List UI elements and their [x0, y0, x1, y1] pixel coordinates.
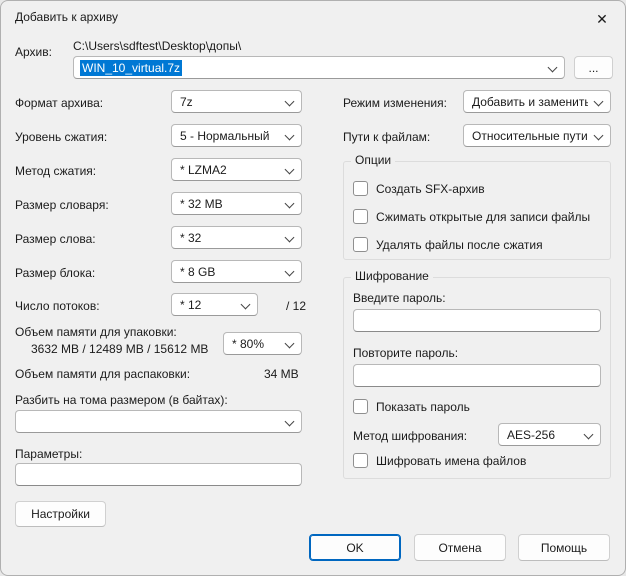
path-mode-label: Пути к файлам: — [343, 130, 430, 144]
format-select[interactable]: 7z — [171, 90, 302, 113]
delete-after-label: Удалять файлы после сжатия — [376, 238, 543, 252]
browse-button-label: ... — [588, 61, 598, 75]
threads-value: * 12 — [180, 298, 201, 312]
show-password-label: Показать пароль — [376, 400, 470, 414]
encryption-group-title: Шифрование — [351, 269, 433, 283]
split-volumes-label: Разбить на тома размером (в байтах): — [15, 393, 228, 407]
archive-name-value: WIN_10_virtual.7z — [80, 60, 182, 76]
block-size-value: * 8 GB — [180, 265, 215, 279]
threads-select[interactable]: * 12 — [171, 293, 258, 316]
options-group-title: Опции — [351, 153, 395, 167]
help-button-label: Помощь — [541, 541, 587, 555]
parameters-label: Параметры: — [15, 447, 82, 461]
dialog-title: Добавить к архиву — [15, 10, 118, 24]
threads-max: / 12 — [286, 299, 306, 313]
enter-password-input[interactable] — [353, 309, 601, 332]
chevron-down-icon — [285, 131, 294, 140]
path-mode-value: Относительные пути — [472, 129, 588, 143]
ok-button-label: OK — [346, 541, 363, 555]
help-button[interactable]: Помощь — [518, 534, 610, 561]
memory-pack-detail: 3632 MB / 12489 MB / 15612 MB — [31, 342, 208, 356]
memory-usage-value: * 80% — [232, 337, 264, 351]
repeat-password-label: Повторите пароль: — [353, 346, 458, 360]
compression-level-select[interactable]: 5 - Нормальный — [171, 124, 302, 147]
encryption-method-value: AES-256 — [507, 428, 555, 442]
chevron-down-icon — [285, 233, 294, 242]
dictionary-size-label: Размер словаря: — [15, 198, 109, 212]
chevron-down-icon — [285, 417, 294, 426]
dictionary-size-select[interactable]: * 32 MB — [171, 192, 302, 215]
chevron-down-icon — [285, 199, 294, 208]
memory-unpack-label: Объем памяти для распаковки: — [15, 367, 190, 381]
close-button[interactable]: ✕ — [583, 6, 621, 32]
method-value: * LZMA2 — [180, 163, 227, 177]
chevron-down-icon — [594, 131, 603, 140]
checkbox-icon — [353, 237, 368, 252]
encrypt-names-label: Шифровать имена файлов — [376, 454, 526, 468]
compress-shared-label: Сжимать открытые для записи файлы — [376, 210, 590, 224]
chevron-down-icon — [285, 97, 294, 106]
update-mode-value: Добавить и заменить — [472, 95, 588, 109]
archive-path: C:\Users\sdftest\Desktop\допы\ — [73, 39, 241, 53]
chevron-down-icon — [548, 63, 557, 72]
level-label: Уровень сжатия: — [15, 130, 107, 144]
format-label: Формат архива: — [15, 96, 103, 110]
chevron-down-icon — [285, 339, 294, 348]
settings-button-label: Настройки — [31, 507, 90, 521]
create-sfx-label: Создать SFX-архив — [376, 182, 485, 196]
chevron-down-icon — [594, 97, 603, 106]
show-password-checkbox[interactable]: Показать пароль — [353, 399, 470, 414]
delete-after-checkbox[interactable]: Удалять файлы после сжатия — [353, 237, 543, 252]
create-sfx-checkbox[interactable]: Создать SFX-архив — [353, 181, 485, 196]
cancel-button-label: Отмена — [438, 541, 481, 555]
chevron-down-icon — [285, 267, 294, 276]
checkbox-icon — [353, 181, 368, 196]
update-mode-label: Режим изменения: — [343, 96, 447, 110]
close-icon: ✕ — [596, 11, 608, 28]
compress-shared-checkbox[interactable]: Сжимать открытые для записи файлы — [353, 209, 590, 224]
memory-pack-label: Объем памяти для упаковки: — [15, 325, 177, 339]
dictionary-size-value: * 32 MB — [180, 197, 223, 211]
memory-usage-select[interactable]: * 80% — [223, 332, 302, 355]
checkbox-icon — [353, 399, 368, 414]
encryption-method-label: Метод шифрования: — [353, 429, 467, 443]
archive-label: Архив: — [15, 45, 52, 59]
parameters-input[interactable] — [15, 463, 302, 486]
ok-button[interactable]: OK — [309, 534, 401, 561]
split-volumes-combobox[interactable] — [15, 410, 302, 433]
encryption-method-select[interactable]: AES-256 — [498, 423, 601, 446]
level-value: 5 - Нормальный — [180, 129, 269, 143]
add-to-archive-dialog: Добавить к архиву ✕ Архив: C:\Users\sdft… — [0, 0, 626, 576]
repeat-password-input[interactable] — [353, 364, 601, 387]
method-label: Метод сжатия: — [15, 164, 96, 178]
block-size-select[interactable]: * 8 GB — [171, 260, 302, 283]
chevron-down-icon — [241, 300, 250, 309]
compression-method-select[interactable]: * LZMA2 — [171, 158, 302, 181]
chevron-down-icon — [584, 430, 593, 439]
checkbox-icon — [353, 453, 368, 468]
threads-label: Число потоков: — [15, 299, 100, 313]
update-mode-select[interactable]: Добавить и заменить — [463, 90, 611, 113]
browse-button[interactable]: ... — [574, 56, 613, 79]
block-size-label: Размер блока: — [15, 266, 95, 280]
word-size-label: Размер слова: — [15, 232, 96, 246]
memory-unpack-value: 34 MB — [264, 367, 299, 381]
format-value: 7z — [180, 95, 193, 109]
cancel-button[interactable]: Отмена — [414, 534, 506, 561]
checkbox-icon — [353, 209, 368, 224]
word-size-value: * 32 — [180, 231, 201, 245]
path-mode-select[interactable]: Относительные пути — [463, 124, 611, 147]
enter-password-label: Введите пароль: — [353, 291, 446, 305]
chevron-down-icon — [285, 165, 294, 174]
settings-button[interactable]: Настройки — [15, 501, 106, 527]
archive-name-combobox[interactable]: WIN_10_virtual.7z — [73, 56, 565, 79]
word-size-select[interactable]: * 32 — [171, 226, 302, 249]
encrypt-names-checkbox[interactable]: Шифровать имена файлов — [353, 453, 526, 468]
